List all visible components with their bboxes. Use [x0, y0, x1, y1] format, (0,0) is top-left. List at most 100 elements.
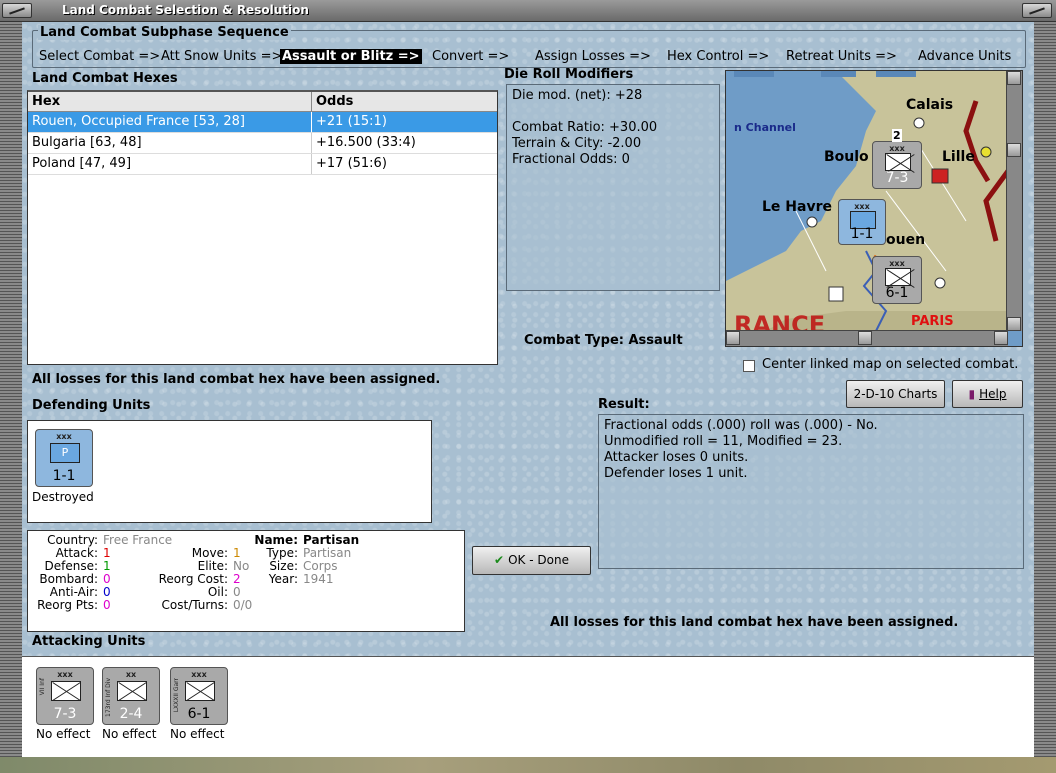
result-line: Unmodified roll = 11, Modified = 23. [604, 434, 843, 449]
defense-value: 1 [103, 559, 111, 573]
counter-strength: 7-3 [53, 706, 77, 722]
phase-convert[interactable]: Convert => [432, 49, 509, 64]
map-label-rouen: ouen [886, 232, 926, 248]
counter-strength: 6-1 [885, 285, 909, 301]
phase-att-snow-units[interactable]: Att Snow Units => [161, 49, 282, 64]
counter-size: xxx [854, 202, 870, 211]
table-row[interactable]: Bulgaria [63, 48] +16.500 (33:4) [28, 133, 497, 154]
antiair-label: Anti-Air: [49, 585, 98, 599]
die-mod-net: Die mod. (net): +28 [512, 88, 643, 103]
map-label-paris: PARIS [911, 314, 954, 329]
close-icon[interactable] [2, 3, 32, 18]
hex-cell: Poland [47, 49] [28, 154, 312, 174]
name-label: Name: [254, 533, 298, 547]
help-button[interactable]: ▮ Help [952, 380, 1023, 408]
scroll-right-icon[interactable] [994, 331, 1008, 345]
minimize-icon[interactable] [1022, 3, 1052, 18]
elite-label: Elite: [197, 559, 228, 573]
combat-ratio: Combat Ratio: +30.00 [512, 120, 658, 135]
checkbox-icon[interactable] [743, 360, 755, 372]
scroll-left-icon[interactable] [726, 331, 740, 345]
phase-hex-control[interactable]: Hex Control => [667, 49, 769, 64]
help-button-label: Help [979, 387, 1007, 401]
scroll-down-icon[interactable] [1007, 317, 1021, 331]
type-value: Partisan [303, 546, 352, 560]
underlying-map-strip [0, 757, 1056, 773]
table-row[interactable]: Poland [47, 49] +17 (51:6) [28, 154, 497, 175]
linked-map[interactable]: Calais n Channel Boulo Lille Le Havre ou… [725, 70, 1023, 347]
charts-button[interactable]: 2-D-10 Charts [846, 380, 945, 408]
country-value: Free France [103, 533, 173, 547]
odds-cell: +17 (51:6) [316, 156, 387, 171]
attacker-status: No effect [36, 727, 91, 741]
title-bar: Land Combat Selection & Resolution [0, 0, 1056, 22]
bombard-value: 0 [103, 572, 111, 586]
attacker-status: No effect [170, 727, 225, 741]
result-box: Fractional odds (.000) roll was (.000) -… [598, 414, 1024, 569]
losses-message-top: All losses for this land combat hex have… [32, 372, 441, 387]
size-value: Corps [303, 559, 338, 573]
main-panel: Land Combat Subphase Sequence Select Com… [22, 22, 1034, 757]
garrison-symbol-icon [185, 681, 215, 701]
phase-select-combat[interactable]: Select Combat => [39, 49, 160, 64]
result-line: Defender loses 1 unit. [604, 466, 748, 481]
unit-info-box: Country: Free France Attack: 1 Defense: … [27, 530, 465, 632]
col-odds[interactable]: Odds [312, 92, 357, 111]
subphase-title: Land Combat Subphase Sequence [38, 25, 291, 40]
attacker-counter[interactable]: xxx LXXXII Garr 6-1 [170, 667, 228, 725]
attacker-status: No effect [102, 727, 157, 741]
defender-status: Destroyed [32, 490, 94, 504]
scroll-up-icon[interactable] [1007, 71, 1021, 85]
terrain-city: Terrain & City: -2.00 [512, 136, 642, 151]
attack-value: 1 [103, 546, 111, 560]
col-hex[interactable]: Hex [28, 92, 312, 111]
table-row[interactable]: Rouen, Occupied France [53, 28] +21 (15:… [28, 112, 497, 133]
defending-units-box: xxx P 1-1 Destroyed [27, 420, 432, 523]
stack-count-badge: 2 [892, 129, 902, 142]
phase-advance-units[interactable]: Advance Units [918, 49, 1011, 64]
costturns-label: Cost/Turns: [161, 598, 228, 612]
die-roll-title: Die Roll Modifiers [504, 67, 634, 82]
reorgpts-value: 0 [103, 598, 111, 612]
losses-message-bottom: All losses for this land combat hex have… [550, 615, 959, 630]
antiair-value: 0 [103, 585, 111, 599]
map-counter-7-3[interactable]: xxx 7-3 [872, 141, 922, 189]
ok-done-button[interactable]: ✔ OK - Done [472, 546, 591, 575]
attack-label: Attack: [55, 546, 98, 560]
hex-table-header: Hex Odds [28, 92, 497, 112]
map-counter-1-1[interactable]: xxx 1-1 [838, 199, 886, 245]
defender-counter[interactable]: xxx P 1-1 [35, 429, 93, 487]
oil-value: 0 [233, 585, 241, 599]
hex-table: Hex Odds Rouen, Occupied France [53, 28]… [27, 90, 498, 365]
reorgcost-label: Reorg Cost: [158, 572, 228, 586]
scroll-thumb-vertical[interactable] [1007, 143, 1021, 157]
infantry-symbol-icon [51, 681, 81, 701]
counter-strength: 1-1 [850, 226, 874, 242]
map-label-channel: n Channel [734, 121, 796, 134]
counter-size: xxx [889, 144, 905, 153]
center-map-label[interactable]: Center linked map on selected combat. [762, 357, 1018, 372]
map-counter-6-1[interactable]: xxx 6-1 [872, 256, 922, 304]
defense-label: Defense: [44, 559, 98, 573]
check-icon: ✔ [494, 553, 505, 567]
hexes-title: Land Combat Hexes [32, 71, 178, 86]
die-roll-box: Die mod. (net): +28 Combat Ratio: +30.00… [506, 84, 720, 291]
counter-strength: 7-3 [885, 170, 909, 186]
map-vertical-scrollbar[interactable] [1006, 71, 1022, 331]
year-label: Year: [268, 572, 298, 586]
attacker-counter[interactable]: xx 173rd Inf Div 2-4 [102, 667, 160, 725]
phase-retreat-units[interactable]: Retreat Units => [786, 49, 897, 64]
scroll-thumb-horizontal[interactable] [858, 331, 872, 345]
attacker-counter[interactable]: xxx VII Inf 7-3 [36, 667, 94, 725]
map-horizontal-scrollbar[interactable] [726, 330, 1008, 346]
country-label: Country: [47, 533, 98, 547]
year-value: 1941 [303, 572, 334, 586]
partisan-symbol-icon: P [50, 443, 80, 463]
result-line: Fractional odds (.000) roll was (.000) -… [604, 418, 878, 433]
counter-size: xxx [889, 259, 905, 268]
ok-button-label: OK - Done [508, 553, 569, 567]
window-title: Land Combat Selection & Resolution [62, 3, 309, 17]
garrison-symbol-icon [885, 268, 911, 286]
phase-assign-losses[interactable]: Assign Losses => [535, 49, 651, 64]
phase-assault-or-blitz[interactable]: Assault or Blitz => [280, 49, 422, 64]
